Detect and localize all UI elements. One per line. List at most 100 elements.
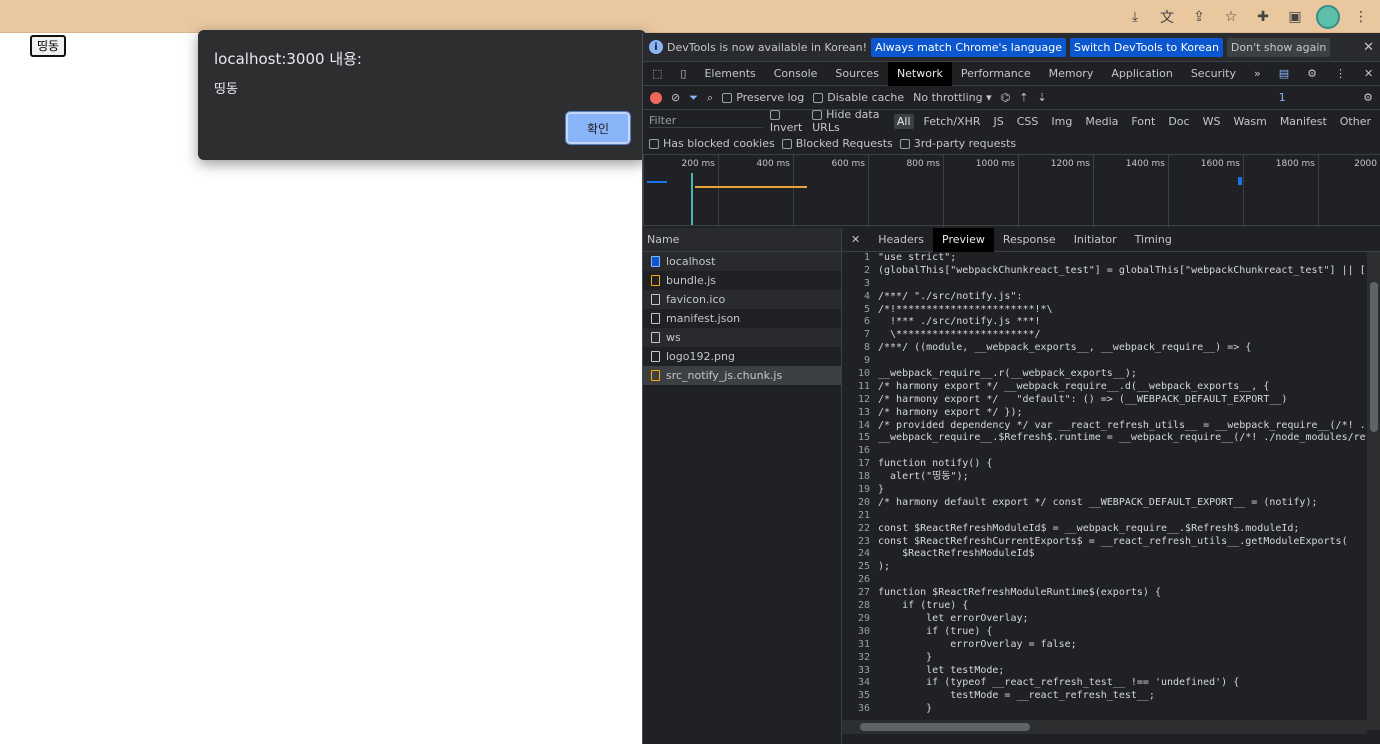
tab-network[interactable]: Network xyxy=(887,61,952,86)
type-filter-font[interactable]: Font xyxy=(1128,114,1158,129)
timeline-tick: 1200 ms xyxy=(1018,155,1093,227)
scroll-thumb[interactable] xyxy=(860,723,1030,731)
disable-cache-checkbox[interactable]: Disable cache xyxy=(813,91,904,104)
filter-icon[interactable]: ⏷ xyxy=(689,91,698,105)
timeline-tick: 1600 ms xyxy=(1168,155,1243,227)
menu-icon[interactable]: ⋮ xyxy=(1350,6,1372,28)
list-item[interactable]: favicon.ico xyxy=(643,290,841,309)
export-icon[interactable]: ⇣ xyxy=(1037,91,1046,104)
type-filter-all[interactable]: All xyxy=(893,113,914,129)
share-icon[interactable]: ⇪ xyxy=(1188,6,1210,28)
line-number: 9 xyxy=(863,355,870,367)
type-filter-doc[interactable]: Doc xyxy=(1165,114,1192,129)
blocked-requests-checkbox[interactable]: Blocked Requests xyxy=(781,137,893,150)
tab-sources[interactable]: Sources xyxy=(826,62,888,86)
blocked-cookies-checkbox[interactable]: Has blocked cookies xyxy=(649,137,775,150)
vertical-scrollbar[interactable] xyxy=(1367,252,1380,730)
line-number: 27 xyxy=(857,587,870,599)
code-text: $ReactRefreshModuleId$ xyxy=(878,548,1035,560)
star-icon[interactable]: ☆ xyxy=(1220,6,1242,28)
page-button[interactable]: 띵동 xyxy=(30,35,67,57)
preserve-log-checkbox[interactable]: Preserve log xyxy=(722,91,804,104)
type-filter-fetch[interactable]: Fetch/XHR xyxy=(921,114,984,129)
dont-show-button[interactable]: Don't show again xyxy=(1226,37,1331,57)
code-line: 29 let errorOverlay; xyxy=(842,613,1367,626)
name-column-header[interactable]: Name xyxy=(643,228,841,252)
download-icon[interactable]: ⤓ xyxy=(1124,6,1146,28)
alert-title: localhost:3000 내용: xyxy=(214,50,362,68)
code-text: ); xyxy=(878,561,891,573)
close-icon[interactable]: ✕ xyxy=(1363,40,1374,55)
tab-security[interactable]: Security xyxy=(1182,62,1245,86)
profile-avatar[interactable] xyxy=(1316,5,1340,29)
close-devtools-icon[interactable]: ✕ xyxy=(1355,62,1380,86)
switch-korean-button[interactable]: Switch DevTools to Korean xyxy=(1070,37,1223,57)
match-language-button[interactable]: Always match Chrome's language xyxy=(871,37,1067,57)
more-options-icon[interactable]: ⋮ xyxy=(1326,62,1355,86)
devtools-tabbar: ⬚ ▯ Elements Console Sources Network Per… xyxy=(643,61,1380,104)
sidepanel-icon[interactable]: ▣ xyxy=(1284,6,1306,28)
invert-checkbox[interactable]: Invert xyxy=(769,108,805,134)
settings-icon[interactable]: ⚙ xyxy=(1298,62,1326,86)
list-item[interactable]: src_notify_js.chunk.js xyxy=(643,366,841,385)
list-item[interactable]: ws xyxy=(643,328,841,347)
network-conditions-icon[interactable]: ⌬ xyxy=(1001,91,1011,104)
type-filter-media[interactable]: Media xyxy=(1082,114,1121,129)
line-number: 20 xyxy=(857,496,870,508)
throttling-select[interactable]: No throttling ▾ xyxy=(913,91,991,104)
type-filter-img[interactable]: Img xyxy=(1048,114,1075,129)
throttling-value: No throttling xyxy=(913,91,983,104)
list-item[interactable]: localhost xyxy=(643,252,841,271)
type-filter-css[interactable]: CSS xyxy=(1014,114,1042,129)
tab-elements[interactable]: Elements xyxy=(695,62,764,86)
tab-application[interactable]: Application xyxy=(1102,62,1181,86)
infobar-message: DevTools is now available in Korean! xyxy=(667,40,868,54)
type-filter-js[interactable]: JS xyxy=(990,114,1006,129)
script-icon xyxy=(651,275,660,286)
import-icon[interactable]: ⇡ xyxy=(1019,91,1028,104)
list-item[interactable]: bundle.js xyxy=(643,271,841,290)
code-text: /* provided dependency */ var __react_re… xyxy=(878,419,1366,431)
tab-headers[interactable]: Headers xyxy=(869,228,933,252)
inspect-icon[interactable]: ⬚ xyxy=(643,62,671,86)
scroll-thumb[interactable] xyxy=(1370,282,1378,432)
filter-row-2: Has blocked cookies Blocked Requests 3rd… xyxy=(643,132,1380,154)
code-text: /*!***********************!*\ xyxy=(878,303,1053,315)
horizontal-scrollbar[interactable] xyxy=(842,720,1367,734)
translate-icon[interactable]: 文 xyxy=(1156,6,1178,28)
alert-ok-button[interactable]: 확인 xyxy=(565,111,631,145)
tab-response[interactable]: Response xyxy=(994,228,1065,252)
type-filter-wasm[interactable]: Wasm xyxy=(1230,114,1269,129)
tab-console[interactable]: Console xyxy=(765,62,827,86)
tab-memory[interactable]: Memory xyxy=(1040,62,1103,86)
close-icon[interactable]: ✕ xyxy=(842,228,869,252)
issues-badge[interactable]: ▤ 1 xyxy=(1270,62,1298,104)
more-tabs-icon[interactable]: » xyxy=(1245,62,1270,86)
timeline-tick: 1800 ms xyxy=(1243,155,1318,227)
filter-input[interactable]: Filter xyxy=(649,114,763,128)
tab-preview[interactable]: Preview xyxy=(933,227,994,252)
type-filter-manifest[interactable]: Manifest xyxy=(1277,114,1330,129)
tab-performance[interactable]: Performance xyxy=(952,62,1040,86)
tab-initiator[interactable]: Initiator xyxy=(1065,228,1126,252)
device-toggle-icon[interactable]: ▯ xyxy=(671,62,695,86)
code-text: /***/ "./src/notify.js": xyxy=(878,290,1023,302)
network-settings-icon[interactable]: ⚙ xyxy=(1363,91,1373,104)
code-text: } xyxy=(878,703,933,715)
code-view[interactable]: 1 "use strict"; 2 (globalThis["webpackChunk… xyxy=(842,252,1367,720)
record-icon[interactable] xyxy=(650,91,662,104)
search-icon[interactable]: ⌕ xyxy=(707,91,713,105)
code-line: 9 xyxy=(842,355,1367,368)
list-item[interactable]: manifest.json xyxy=(643,309,841,328)
list-item[interactable]: logo192.png xyxy=(643,347,841,366)
hide-data-urls-checkbox[interactable]: Hide data URLs xyxy=(812,108,887,134)
clear-icon[interactable]: ⊘ xyxy=(671,91,680,104)
third-party-checkbox[interactable]: 3rd-party requests xyxy=(899,137,1016,150)
type-filter-ws[interactable]: WS xyxy=(1200,114,1224,129)
network-timeline[interactable]: 200 ms 400 ms 600 ms 800 ms 1000 ms 1200… xyxy=(643,154,1380,227)
extensions-icon[interactable]: ✚ xyxy=(1252,6,1274,28)
code-line: 14 /* provided dependency */ var __react_… xyxy=(842,420,1367,433)
type-filter-other[interactable]: Other xyxy=(1337,114,1374,129)
file-icon xyxy=(651,332,660,343)
tab-timing[interactable]: Timing xyxy=(1126,228,1181,252)
